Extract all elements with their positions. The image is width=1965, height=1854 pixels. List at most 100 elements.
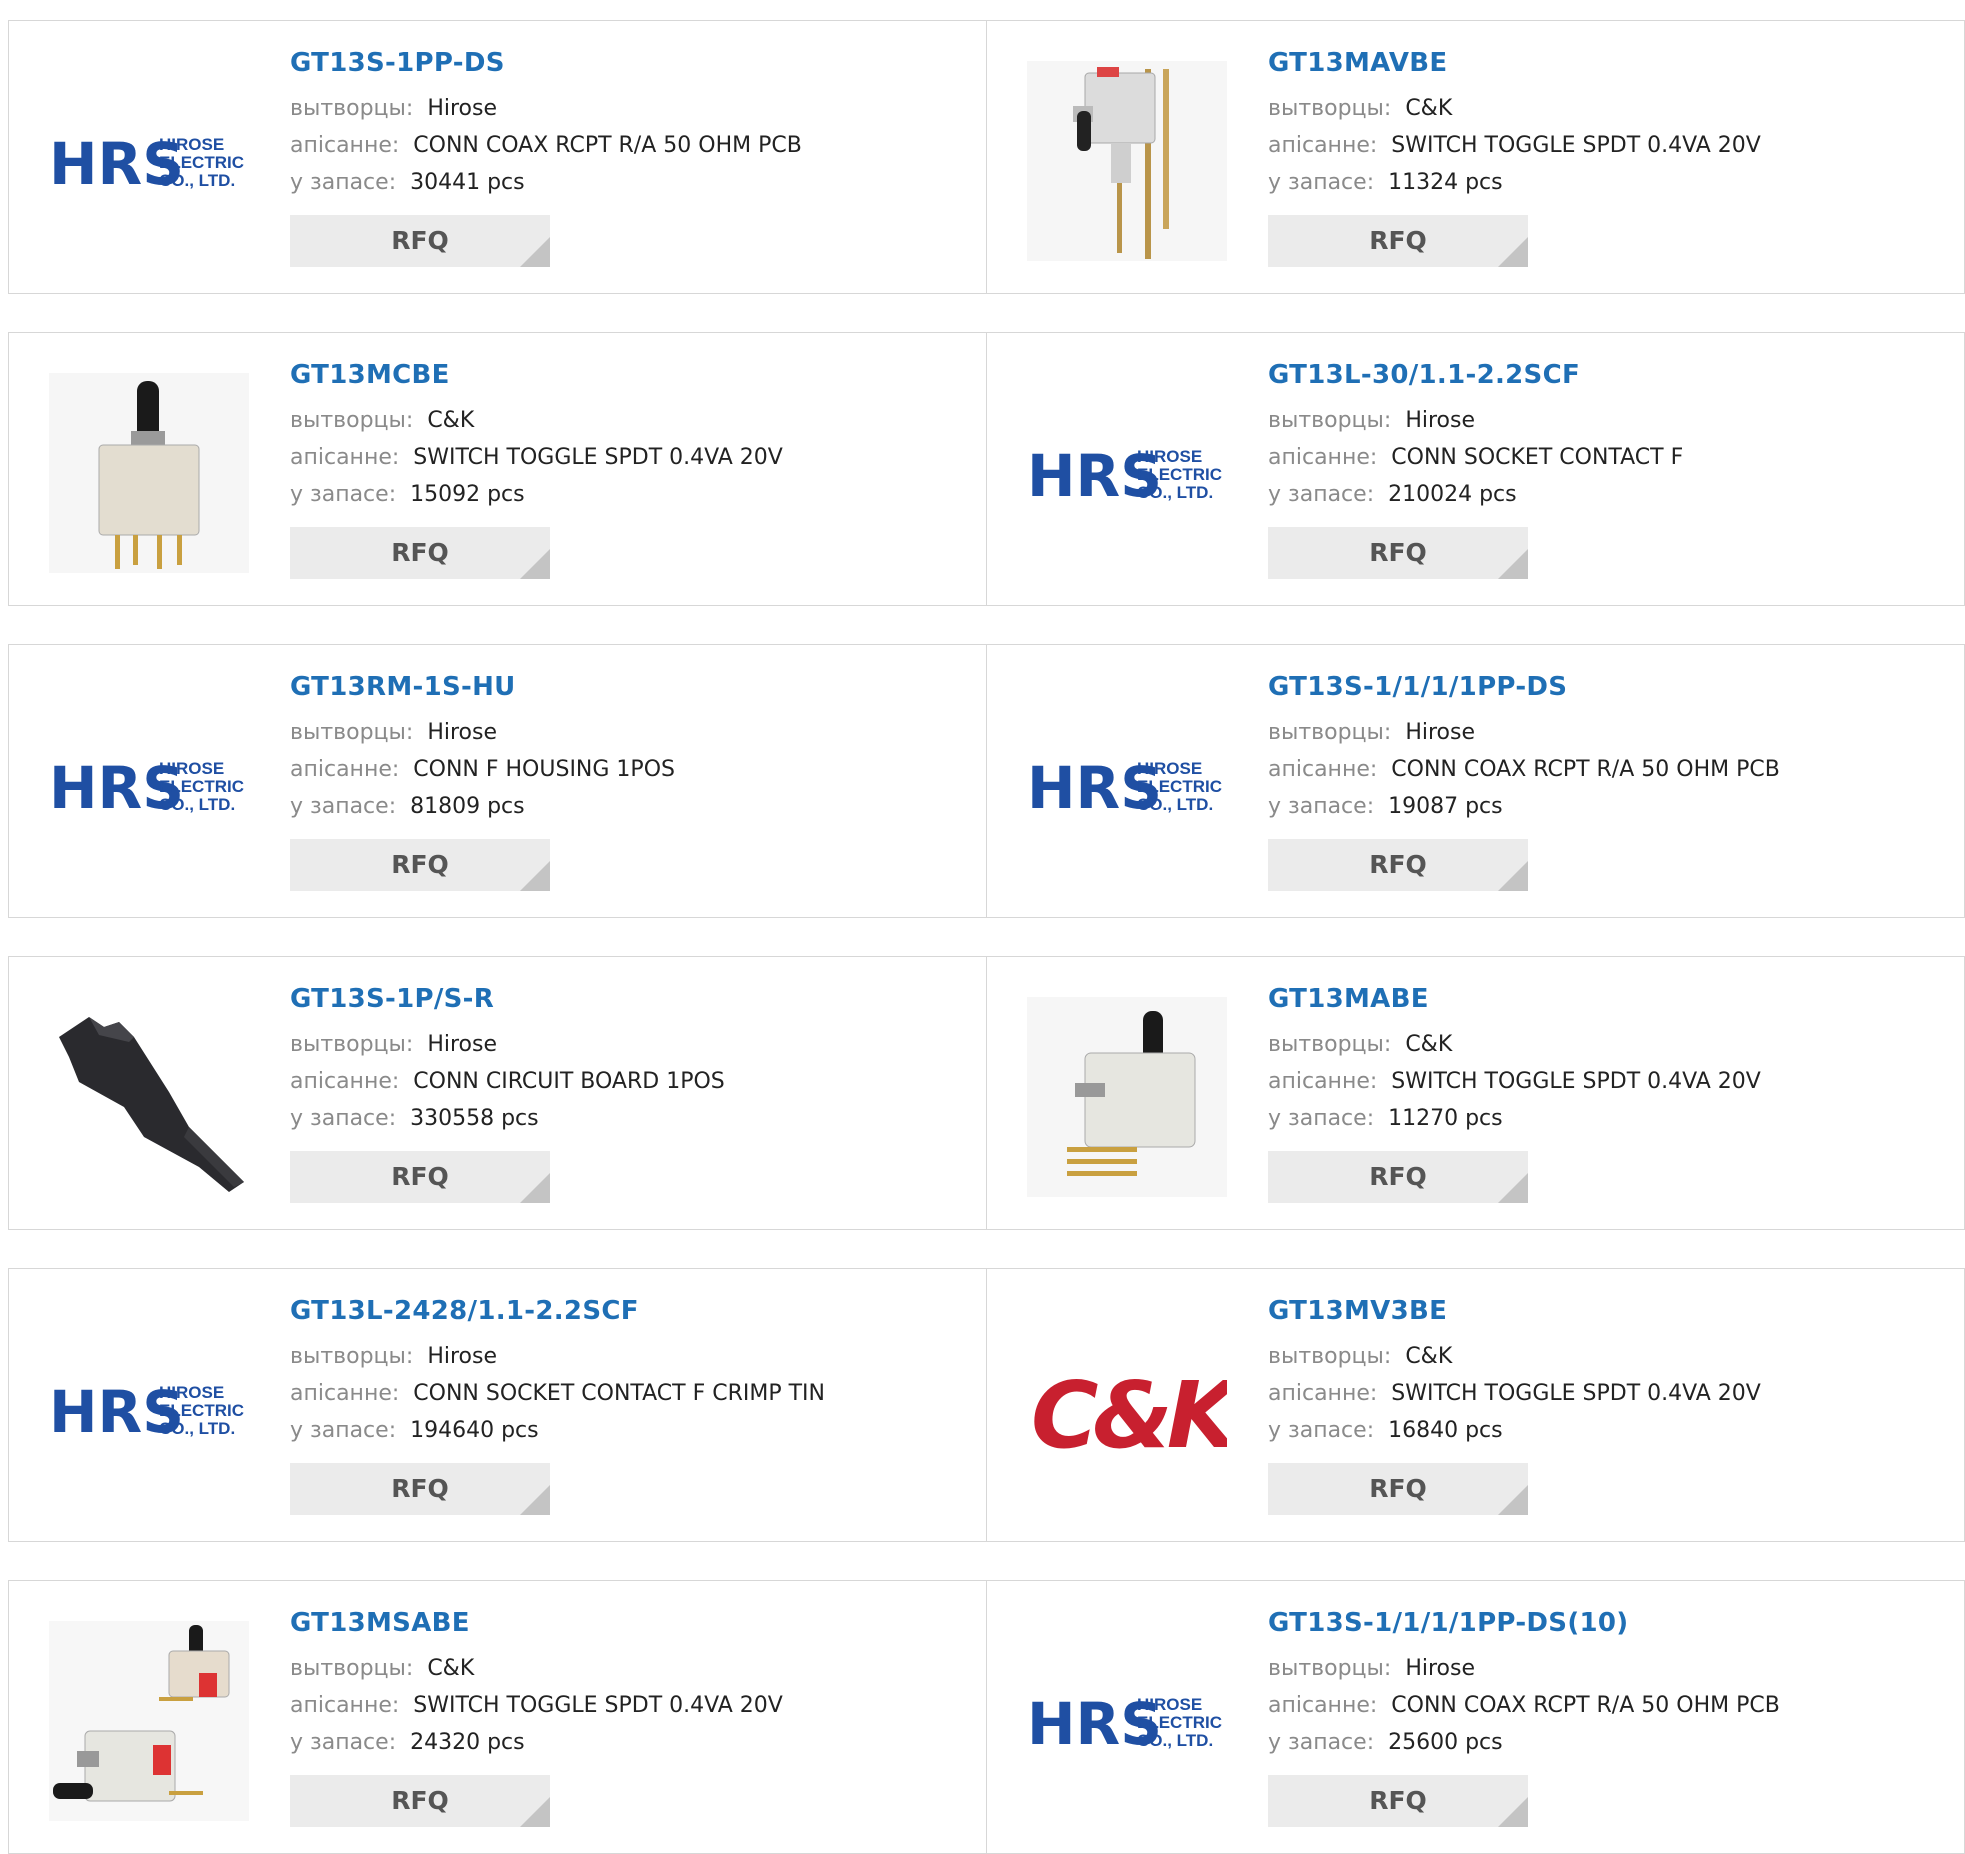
product-card: C&K GT13MV3BE вытворцы: C&K апісанне: SWIT… [987,1268,1965,1542]
part-number-link[interactable]: GT13S-1/1/1/1PP-DS [1268,672,1944,702]
corner-triangle-icon [520,1797,550,1827]
product-grid: HRS HIROSE ELECTRIC CO., LTD. GT13S-1PP-… [8,20,1965,1854]
stock-row: у запасе: 25600 pcs [1268,1724,1944,1761]
stock-label: у запасе: [1268,170,1375,195]
maker-label: вытворцы: [290,720,414,745]
svg-text:ELECTRIC: ELECTRIC [1137,465,1222,484]
part-number-link[interactable]: GT13MABE [1268,984,1944,1014]
maker-value: C&K [427,1656,475,1681]
maker-value: C&K [1405,1344,1453,1369]
rfq-button[interactable]: RFQ [290,1463,550,1515]
rfq-button[interactable]: RFQ [1268,1151,1528,1203]
description-value: SWITCH TOGGLE SPDT 0.4VA 20V [1391,1381,1761,1406]
hrs-logo[interactable]: HRS HIROSE ELECTRIC CO., LTD. [1027,1621,1227,1821]
description-value: CONN F HOUSING 1POS [413,757,675,782]
toggle-switch-horizontal-photo[interactable] [1027,997,1227,1197]
toggle-switch-right-angle-photo[interactable] [1027,61,1227,261]
part-number-link[interactable]: GT13RM-1S-HU [290,672,966,702]
two-toggle-switches-photo[interactable] [49,1621,249,1821]
stock-row: у запасе: 81809 pcs [290,788,966,825]
corner-triangle-icon [520,549,550,579]
rfq-button[interactable]: RFQ [1268,1463,1528,1515]
maker-row: вытворцы: Hirose [290,1026,966,1063]
stock-row: у запасе: 330558 pcs [290,1100,966,1137]
stock-value: 194640 pcs [410,1418,539,1443]
maker-label: вытворцы: [1268,1032,1392,1057]
maker-row: вытворцы: Hirose [290,1338,966,1375]
corner-triangle-icon [1498,1173,1528,1203]
stock-label: у запасе: [290,794,397,819]
rfq-button[interactable]: RFQ [1268,1775,1528,1827]
rfq-label: RFQ [1369,1162,1427,1191]
stock-label: у запасе: [1268,482,1375,507]
svg-text:ELECTRIC: ELECTRIC [159,777,244,796]
rfq-button[interactable]: RFQ [290,1775,550,1827]
maker-label: вытворцы: [290,1032,414,1057]
product-info: GT13MCBE вытворцы: C&K апісанне: SWITCH TO… [290,360,966,579]
stock-row: у запасе: 30441 pcs [290,164,966,201]
corner-triangle-icon [1498,861,1528,891]
description-label: апісанне: [290,1381,400,1406]
hrs-logo[interactable]: HRS HIROSE ELECTRIC CO., LTD. [1027,373,1227,573]
part-number-link[interactable]: GT13L-2428/1.1-2.2SCF [290,1296,966,1326]
product-card: HRS HIROSE ELECTRIC CO., LTD. GT13S-1PP-… [8,20,987,294]
part-number-link[interactable]: GT13S-1PP-DS [290,48,966,78]
maker-row: вытворцы: C&K [290,1650,966,1687]
part-number-link[interactable]: GT13MCBE [290,360,966,390]
maker-value: C&K [427,408,475,433]
description-label: апісанне: [1268,133,1378,158]
maker-row: вытворцы: Hirose [290,90,966,127]
rfq-label: RFQ [391,226,449,255]
stock-row: у запасе: 19087 pcs [1268,788,1944,825]
description-value: SWITCH TOGGLE SPDT 0.4VA 20V [413,1693,783,1718]
stock-label: у запасе: [290,482,397,507]
description-value: SWITCH TOGGLE SPDT 0.4VA 20V [1391,1069,1761,1094]
rfq-button[interactable]: RFQ [1268,215,1528,267]
part-number-link[interactable]: GT13S-1P/S-R [290,984,966,1014]
rfq-label: RFQ [391,850,449,879]
svg-text:ELECTRIC: ELECTRIC [159,153,244,172]
rfq-button[interactable]: RFQ [1268,527,1528,579]
description-row: апісанне: CONN CIRCUIT BOARD 1POS [290,1063,966,1100]
toggle-switch-vertical-photo[interactable] [49,373,249,573]
hrs-logo[interactable]: HRS HIROSE ELECTRIC CO., LTD. [49,1309,249,1509]
stock-value: 19087 pcs [1388,794,1503,819]
rfq-button[interactable]: RFQ [290,527,550,579]
maker-value: Hirose [427,720,497,745]
stock-value: 15092 pcs [410,482,525,507]
stock-row: у запасе: 11324 pcs [1268,164,1944,201]
product-card: GT13MSABE вытворцы: C&K апісанне: SWITCH T… [8,1580,987,1854]
black-plastic-connector-photo[interactable] [49,997,249,1197]
rfq-button[interactable]: RFQ [290,215,550,267]
stock-value: 210024 pcs [1388,482,1517,507]
hrs-logo[interactable]: HRS HIROSE ELECTRIC CO., LTD. [49,61,249,261]
rfq-label: RFQ [1369,1786,1427,1815]
part-number-link[interactable]: GT13MSABE [290,1608,966,1638]
description-label: апісанне: [290,445,400,470]
part-number-link[interactable]: GT13L-30/1.1-2.2SCF [1268,360,1944,390]
product-info: GT13L-30/1.1-2.2SCF вытворцы: Hirose апіс… [1268,360,1944,579]
rfq-button[interactable]: RFQ [290,1151,550,1203]
hrs-logo[interactable]: HRS HIROSE ELECTRIC CO., LTD. [1027,685,1227,885]
part-number-link[interactable]: GT13MAVBE [1268,48,1944,78]
svg-text:HIROSE: HIROSE [1137,1695,1202,1714]
hrs-logo[interactable]: HRS HIROSE ELECTRIC CO., LTD. [49,685,249,885]
rfq-label: RFQ [391,1786,449,1815]
stock-row: у запасе: 15092 pcs [290,476,966,513]
product-info: GT13MAVBE вытворцы: C&K апісанне: SWITCH T… [1268,48,1944,267]
product-card: HRS HIROSE ELECTRIC CO., LTD. GT13S-1/1/… [987,1580,1965,1854]
description-label: апісанне: [290,133,400,158]
product-info: GT13S-1/1/1/1PP-DS(10) вытворцы: Hirose а… [1268,1608,1944,1827]
description-value: CONN SOCKET CONTACT F CRIMP TIN [413,1381,825,1406]
part-number-link[interactable]: GT13S-1/1/1/1PP-DS(10) [1268,1608,1944,1638]
stock-row: у запасе: 194640 pcs [290,1412,966,1449]
rfq-button[interactable]: RFQ [290,839,550,891]
svg-text:CO., LTD.: CO., LTD. [159,171,235,190]
rfq-button[interactable]: RFQ [1268,839,1528,891]
ck-logo[interactable]: C&K [1027,1309,1227,1509]
description-row: апісанне: SWITCH TOGGLE SPDT 0.4VA 20V [1268,127,1944,164]
stock-row: у запасе: 11270 pcs [1268,1100,1944,1137]
maker-row: вытворцы: C&K [1268,1338,1944,1375]
maker-value: Hirose [427,96,497,121]
part-number-link[interactable]: GT13MV3BE [1268,1296,1944,1326]
